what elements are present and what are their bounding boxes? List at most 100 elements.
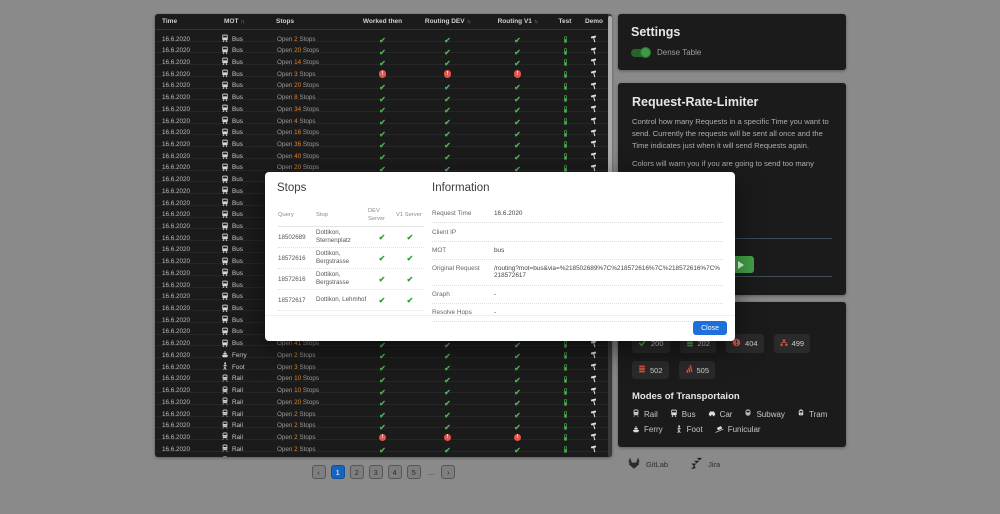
pagination-page-4[interactable]: 4 [388,465,402,479]
mode-item-foot[interactable]: Foot [675,424,703,435]
close-button[interactable]: Close [693,321,727,335]
worked-then-status: ✔ [355,53,410,71]
column-header-label: Demo [585,18,603,25]
bus-icon [221,233,229,243]
jira-link[interactable]: Jira [690,457,720,472]
pagination-page-5[interactable]: 5 [407,465,421,479]
sort-icon[interactable]: ↑↓ [467,19,471,25]
row-date: 16.6.2020 [155,200,217,207]
mode-item-tram[interactable]: Tram [797,409,827,419]
column-header-mot[interactable]: MOT↑↓ [217,18,269,25]
row-date: 16.6.2020 [155,434,217,441]
mot-label: Bus [232,106,243,113]
row-date: 16.6.2020 [155,82,217,89]
stop-query: 18572616 [278,255,316,262]
modal-stop-row: 18572616Dottikon, Bergstrasse✔✔ [278,248,424,269]
request-details-modal: Stops QueryStopDEV ServerV1 Server 18502… [265,172,735,341]
row-mot: Bus [217,69,269,79]
open-stops-link[interactable]: Open 3 Stops [269,364,355,371]
open-stops-link[interactable]: Open 10 Stops [269,387,355,394]
stops-suffix: Stops [301,82,319,89]
pagination-page-1[interactable]: 1 [331,465,345,479]
gitlab-link[interactable]: GitLab [627,456,668,472]
column-header-demo[interactable]: Demo [580,18,608,25]
open-stops-link[interactable]: Open 10 Stops [269,375,355,382]
open-stops-link[interactable]: Open 2 Stops [269,352,355,359]
pagination-prev-button[interactable]: ‹ [312,465,326,479]
open-stops-link[interactable]: Open 41 Stops [269,340,355,347]
stop-name: Dottikon, Sternenplatz [316,227,368,247]
pagination-next-button[interactable]: › [441,465,455,479]
mode-item-subway[interactable]: Subway [744,409,784,419]
pagination-page-2[interactable]: 2 [350,465,364,479]
column-header-time[interactable]: Time [155,18,217,25]
open-stops-link[interactable]: Open 4 Stops [269,118,355,125]
open-stops-link[interactable]: Open 34 Stops [269,106,355,113]
open-stops-link[interactable]: Open 2 Stops [269,422,355,429]
mot-label: Bus [232,36,243,43]
open-stops-link[interactable]: Open 20 Stops [269,82,355,89]
row-mot: Bus [217,34,269,44]
row-date: 16.6.2020 [155,106,217,113]
row-mot: Bus [217,233,269,243]
car-icon [708,409,716,419]
mode-item-rail[interactable]: Rail [632,409,658,419]
open-stops-link[interactable]: Open 2 Stops [269,411,355,418]
open-stops-link[interactable]: Open 2 Stops [269,434,355,441]
column-header-worked-then[interactable]: Worked then [355,18,410,25]
open-stops-link[interactable]: Open 14 Stops [269,59,355,66]
mode-item-bus[interactable]: Bus [670,409,696,419]
row-date: 16.6.2020 [155,293,217,300]
routing-v1-status: ✔ [485,53,550,71]
status-badge-499[interactable]: 499 [774,334,811,353]
dense-table-toggle[interactable] [631,49,649,57]
stops-prefix: Open [277,141,294,148]
open-stops-link[interactable]: Open 16 Stops [269,129,355,136]
vial-icon [562,452,569,457]
stops-prefix: Open [277,375,294,382]
test-cell[interactable] [550,452,580,457]
status-code-label: 502 [650,366,663,375]
mode-label: Car [720,410,733,419]
info-label: Request Time [432,210,494,217]
column-header-routing-dev[interactable]: Routing DEV↑↓ [410,18,485,25]
open-stops-link[interactable]: Open 20 Stops [269,399,355,406]
mot-label: Bus [232,47,243,54]
rail-icon [221,456,229,457]
mode-item-car[interactable]: Car [708,409,733,419]
column-header-test[interactable]: Test [550,18,580,25]
column-header-stops[interactable]: Stops [269,18,355,25]
stops-suffix: Stops [298,36,316,43]
bus-icon [221,245,229,255]
routing-v1-status: ✔ [485,417,550,435]
pagination-page-3[interactable]: 3 [369,465,383,479]
status-badge-505[interactable]: 505 [679,361,716,379]
open-stops-link[interactable]: Open 2 Stops [269,36,355,43]
row-date: 16.6.2020 [155,188,217,195]
open-stops-link[interactable]: Open 2 Stops [269,446,355,453]
sort-icon[interactable]: ↑↓ [240,19,244,25]
sort-icon[interactable]: ↑↓ [534,19,538,25]
table-row[interactable]: 16.6.2020BusOpen 2 Stops✔✔✔ [155,30,612,42]
demo-cell[interactable] [580,452,608,457]
open-stops-link[interactable]: Open 36 Stops [269,141,355,148]
open-stops-link[interactable]: Open 40 Stops [269,153,355,160]
stops-col-header: DEV Server [368,208,396,223]
open-stops-link[interactable]: Open 8 Stops [269,94,355,101]
row-date: 16.6.2020 [155,94,217,101]
open-stops-link[interactable]: Open 3 Stops [269,71,355,78]
row-date: 16.6.2020 [155,176,217,183]
column-header-routing-v1[interactable]: Routing V1↑↓ [485,18,550,25]
open-stops-link[interactable]: Open 20 Stops [269,164,355,171]
mode-label: Funicular [728,425,761,434]
stop-name: Dottikon, Lehmhof [316,294,368,306]
status-badge-502[interactable]: 502 [632,361,669,379]
mot-label: Bus [232,59,243,66]
gitlab-icon [627,456,641,472]
open-stops-link[interactable]: Open 20 Stops [269,47,355,54]
row-date: 16.6.2020 [155,258,217,265]
toggle-knob-icon[interactable] [640,47,651,58]
row-date: 16.6.2020 [155,270,217,277]
mode-item-funicular[interactable]: Funicular [715,424,761,435]
mode-item-ferry[interactable]: Ferry [632,424,663,435]
